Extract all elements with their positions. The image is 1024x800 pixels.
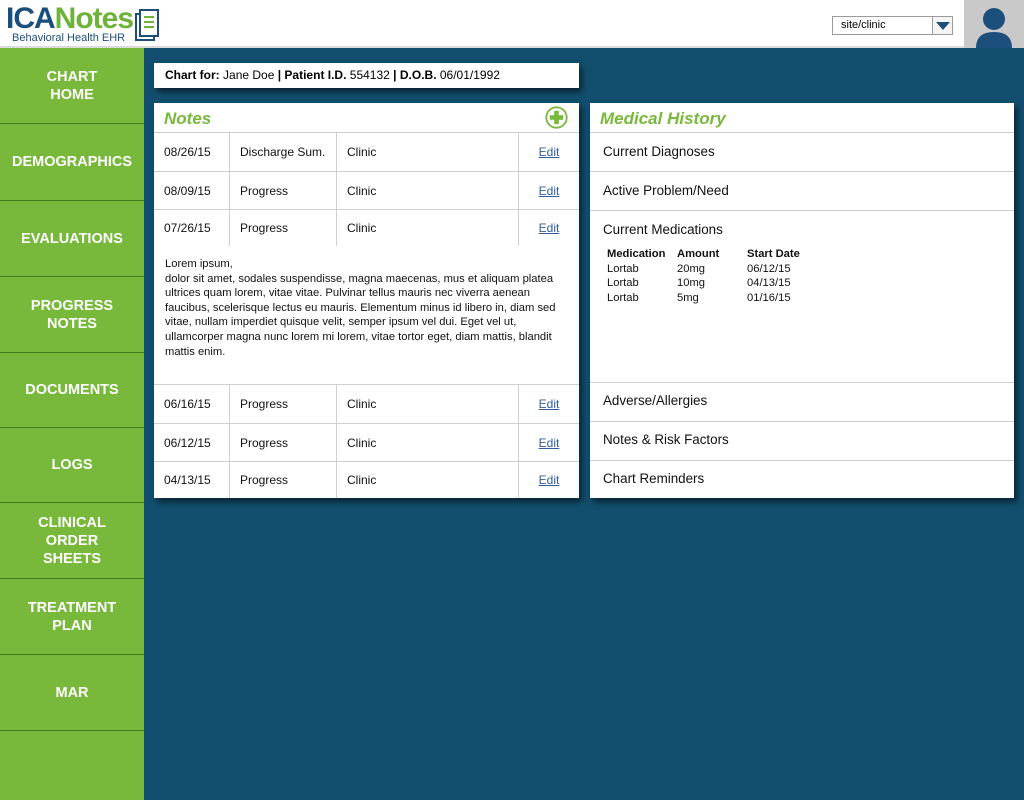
note-type: Progress <box>229 462 337 498</box>
note-preview-body: dolor sit amet, sodales suspendisse, mag… <box>165 272 556 358</box>
medication-name: Lortab <box>607 277 639 290</box>
note-date: 07/26/15 <box>164 221 211 235</box>
sidebar-item-chart-home[interactable]: CHART HOME <box>0 48 144 124</box>
sidebar-item-evaluations[interactable]: EVALUATIONS <box>0 201 144 277</box>
dropdown-button[interactable] <box>932 17 952 34</box>
edit-link[interactable]: Edit <box>539 397 560 411</box>
medication-amount: 20mg <box>677 262 705 275</box>
dob-value: 06/01/1992 <box>439 68 500 82</box>
medical-history-panel: Medical History Current Diagnoses Active… <box>590 103 1014 498</box>
sidebar-nav: CHART HOME DEMOGRAPHICS EVALUATIONS PROG… <box>0 48 144 800</box>
chart-for-label: Chart for: <box>165 68 220 82</box>
note-preview-heading: Lorem ipsum, <box>165 258 233 270</box>
column-header-medication: Medication <box>607 248 666 260</box>
note-location: Clinic <box>336 385 518 423</box>
medical-history-title: Medical History <box>600 109 726 128</box>
column-header-start-date: Start Date <box>747 248 800 260</box>
site-select-value: site/clinic <box>841 19 886 31</box>
note-row[interactable]: 04/13/15 Progress Clinic Edit <box>154 461 579 498</box>
edit-cell: Edit <box>518 210 579 246</box>
icanotes-logo: ICANotes Behavioral Health EHR <box>6 2 166 46</box>
patient-name: Jane Doe <box>223 68 275 82</box>
note-row[interactable]: 08/09/15 Progress Clinic Edit <box>154 171 579 209</box>
edit-cell: Edit <box>518 462 579 498</box>
note-date: 06/12/15 <box>164 435 211 450</box>
section-label: Adverse/Allergies <box>603 393 708 408</box>
section-current-diagnoses[interactable]: Current Diagnoses <box>590 132 1014 171</box>
note-type: Progress <box>229 385 337 423</box>
logo-wordmark: ICANotes <box>6 2 134 36</box>
document-icon <box>135 9 159 41</box>
section-label: Current Diagnoses <box>603 144 715 159</box>
edit-link[interactable]: Edit <box>539 184 560 198</box>
sidebar-item-documents[interactable]: DOCUMENTS <box>0 353 144 428</box>
note-row-expanded[interactable]: 07/26/15 Progress Clinic Edit <box>154 209 579 246</box>
edit-link[interactable]: Edit <box>539 221 560 235</box>
logo-ica: ICA <box>6 2 56 35</box>
sidebar-item-treatment-plan[interactable]: TREATMENT PLAN <box>0 579 144 655</box>
note-location: Clinic <box>336 462 518 498</box>
medication-name: Lortab <box>607 262 639 275</box>
patient-chart-header: Chart for: Jane Doe | Patient I.D. 55413… <box>154 63 579 88</box>
section-active-problem-need[interactable]: Active Problem/Need <box>590 171 1014 210</box>
note-type: Progress <box>229 172 337 209</box>
section-notes-risk-factors[interactable]: Notes & Risk Factors <box>590 421 1014 460</box>
note-type: Progress <box>229 210 337 246</box>
dob-label: | D.O.B. <box>393 68 437 82</box>
user-icon <box>976 8 1012 48</box>
section-label: Notes & Risk Factors <box>603 432 729 447</box>
note-location: Clinic <box>336 172 518 209</box>
sidebar-item-mar[interactable]: MAR <box>0 655 144 731</box>
note-location: Clinic <box>336 424 518 461</box>
chevron-down-icon <box>936 22 950 30</box>
note-type: Discharge Sum. <box>229 133 337 171</box>
section-current-medications[interactable]: Current Medications <box>590 210 1014 382</box>
medication-start-date: 06/12/15 <box>747 262 791 275</box>
patient-id-label: | Patient I.D. <box>277 68 347 82</box>
sidebar-item-logs[interactable]: LOGS <box>0 428 144 503</box>
medication-start-date: 01/16/15 <box>747 291 791 304</box>
sidebar-item-progress-notes[interactable]: PROGRESS NOTES <box>0 277 144 353</box>
note-location: Clinic <box>336 210 518 246</box>
edit-link[interactable]: Edit <box>539 145 560 159</box>
notes-panel: Notes 08/26/15 Discharge Sum. Clinic Edi… <box>154 103 579 498</box>
note-preview: Lorem ipsum, dolor sit amet, sodales sus… <box>154 246 579 385</box>
section-label: Active Problem/Need <box>603 183 729 198</box>
note-type: Progress <box>229 424 337 461</box>
note-preview-text: Lorem ipsum, dolor sit amet, sodales sus… <box>165 257 560 359</box>
note-row[interactable]: 08/26/15 Discharge Sum. Clinic Edit <box>154 132 579 171</box>
user-avatar[interactable] <box>964 0 1024 48</box>
note-date: 06/16/15 <box>164 397 211 411</box>
site-clinic-select[interactable]: site/clinic <box>832 16 953 35</box>
medication-amount: 5mg <box>677 291 699 304</box>
app-header: ICANotes Behavioral Health EHR site/clin… <box>0 0 1024 48</box>
medication-name: Lortab <box>607 291 639 304</box>
note-date: 08/09/15 <box>164 183 211 198</box>
sidebar-item-clinical-order-sheets[interactable]: CLINICAL ORDER SHEETS <box>0 503 144 579</box>
edit-link[interactable]: Edit <box>539 436 560 450</box>
edit-cell: Edit <box>518 424 579 461</box>
section-label: Current Medications <box>603 222 723 237</box>
medication-amount: 10mg <box>677 277 705 290</box>
section-label: Chart Reminders <box>603 471 705 486</box>
add-note-icon[interactable] <box>545 106 568 129</box>
edit-cell: Edit <box>518 133 579 171</box>
column-header-amount: Amount <box>677 248 720 260</box>
patient-id-value: 554132 <box>349 68 390 82</box>
note-row[interactable]: 06/12/15 Progress Clinic Edit <box>154 423 579 461</box>
note-location: Clinic <box>336 133 518 171</box>
note-date: 08/26/15 <box>164 145 211 159</box>
edit-cell: Edit <box>518 385 579 423</box>
notes-title: Notes <box>164 109 212 128</box>
sidebar-item-demographics[interactable]: DEMOGRAPHICS <box>0 124 144 201</box>
edit-cell: Edit <box>518 172 579 209</box>
section-adverse-allergies[interactable]: Adverse/Allergies <box>590 382 1014 421</box>
section-chart-reminders[interactable]: Chart Reminders <box>590 460 1014 498</box>
note-date: 04/13/15 <box>164 473 211 487</box>
note-row[interactable]: 06/16/15 Progress Clinic Edit <box>154 384 579 423</box>
edit-link[interactable]: Edit <box>539 473 560 487</box>
logo-notes: Notes <box>54 2 134 35</box>
medication-start-date: 04/13/15 <box>747 277 791 290</box>
logo-subtitle: Behavioral Health EHR <box>12 32 126 44</box>
